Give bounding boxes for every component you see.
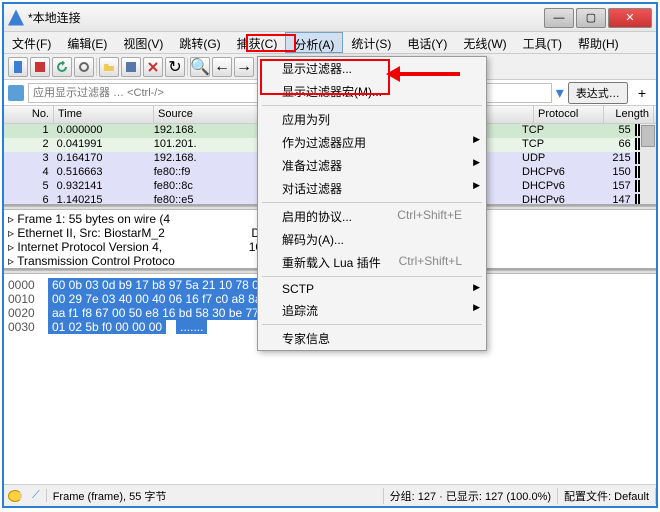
scrollbar[interactable] xyxy=(640,124,656,204)
stop-capture-icon[interactable] xyxy=(30,57,50,77)
menu-电话[interactable]: 电话(Y) xyxy=(399,32,455,53)
menu-item[interactable]: SCTP xyxy=(258,279,486,299)
titlebar: *本地连接 — ▢ ✕ xyxy=(4,4,656,32)
status-packets: 分组: 127 · 已显示: 127 (100.0%) xyxy=(384,488,558,504)
separator xyxy=(187,58,188,76)
separator xyxy=(96,58,97,76)
open-icon[interactable] xyxy=(99,57,119,77)
save-icon[interactable] xyxy=(121,57,141,77)
menu-文件[interactable]: 文件(F) xyxy=(4,32,59,53)
menubar: 文件(F)编辑(E)视图(V)跳转(G)捕获(C)分析(A)统计(S)电话(Y)… xyxy=(4,32,656,54)
menu-item[interactable]: 对话过滤器 xyxy=(258,177,486,200)
menu-视图[interactable]: 视图(V) xyxy=(115,32,171,53)
menu-item[interactable]: 显示过滤器... xyxy=(258,57,486,80)
close-file-icon[interactable] xyxy=(143,57,163,77)
maximize-button[interactable]: ▢ xyxy=(576,8,606,28)
menu-无线[interactable]: 无线(W) xyxy=(455,32,514,53)
col-protocol[interactable]: Protocol xyxy=(534,106,604,123)
next-icon[interactable]: → xyxy=(234,57,254,77)
analyze-menu-dropdown: 显示过滤器...显示过滤器宏(M)... 应用为列作为过滤器应用准备过滤器对话过滤… xyxy=(257,56,487,351)
restart-capture-icon[interactable] xyxy=(52,57,72,77)
menu-item[interactable]: 解码为(A)... xyxy=(258,228,486,251)
bookmark-icon[interactable] xyxy=(8,85,24,101)
menu-item[interactable]: 作为过滤器应用 xyxy=(258,131,486,154)
start-capture-icon[interactable] xyxy=(8,57,28,77)
options-icon[interactable] xyxy=(74,57,94,77)
expression-button[interactable]: 表达式… xyxy=(568,82,628,104)
menu-item[interactable]: 重新载入 Lua 插件Ctrl+Shift+L xyxy=(258,251,486,274)
status-left: Frame (frame), 55 字节 xyxy=(47,488,384,504)
app-icon xyxy=(8,10,24,26)
menu-item[interactable]: 应用为列 xyxy=(258,108,486,131)
col-source[interactable]: Source xyxy=(154,106,264,123)
window-title: *本地连接 xyxy=(28,9,544,26)
menu-编辑[interactable]: 编辑(E) xyxy=(59,32,115,53)
menu-item[interactable]: 显示过滤器宏(M)... xyxy=(258,80,486,103)
menu-item[interactable]: 准备过滤器 xyxy=(258,154,486,177)
dropdown-arrow-icon[interactable]: ▾ xyxy=(556,83,564,103)
menu-工具[interactable]: 工具(T) xyxy=(515,32,570,53)
add-filter-button[interactable]: + xyxy=(632,85,652,101)
statusbar: ⟋ Frame (frame), 55 字节 分组: 127 · 已显示: 12… xyxy=(4,484,656,506)
col-no[interactable]: No. xyxy=(4,106,54,123)
find-icon[interactable]: 🔍 xyxy=(190,57,210,77)
menu-item[interactable]: 追踪流 xyxy=(258,299,486,322)
menu-统计[interactable]: 统计(S) xyxy=(343,32,399,53)
reload-icon[interactable]: ↻ xyxy=(165,57,185,77)
menu-捕获[interactable]: 捕获(C) xyxy=(229,32,286,53)
expert-info-icon[interactable] xyxy=(8,490,22,502)
minimize-button[interactable]: — xyxy=(544,8,574,28)
menu-分析[interactable]: 分析(A) xyxy=(285,32,343,53)
menu-item[interactable]: 专家信息 xyxy=(258,327,486,350)
col-time[interactable]: Time xyxy=(54,106,154,123)
prev-icon[interactable]: ← xyxy=(212,57,232,77)
col-length[interactable]: Length xyxy=(604,106,654,123)
close-button[interactable]: ✕ xyxy=(608,8,652,28)
menu-跳转[interactable]: 跳转(G) xyxy=(171,32,228,53)
menu-item[interactable]: 启用的协议...Ctrl+Shift+E xyxy=(258,205,486,228)
status-profile[interactable]: 配置文件: Default xyxy=(558,488,656,504)
capture-icon[interactable]: ⟋ xyxy=(26,489,47,502)
menu-帮助[interactable]: 帮助(H) xyxy=(570,32,627,53)
